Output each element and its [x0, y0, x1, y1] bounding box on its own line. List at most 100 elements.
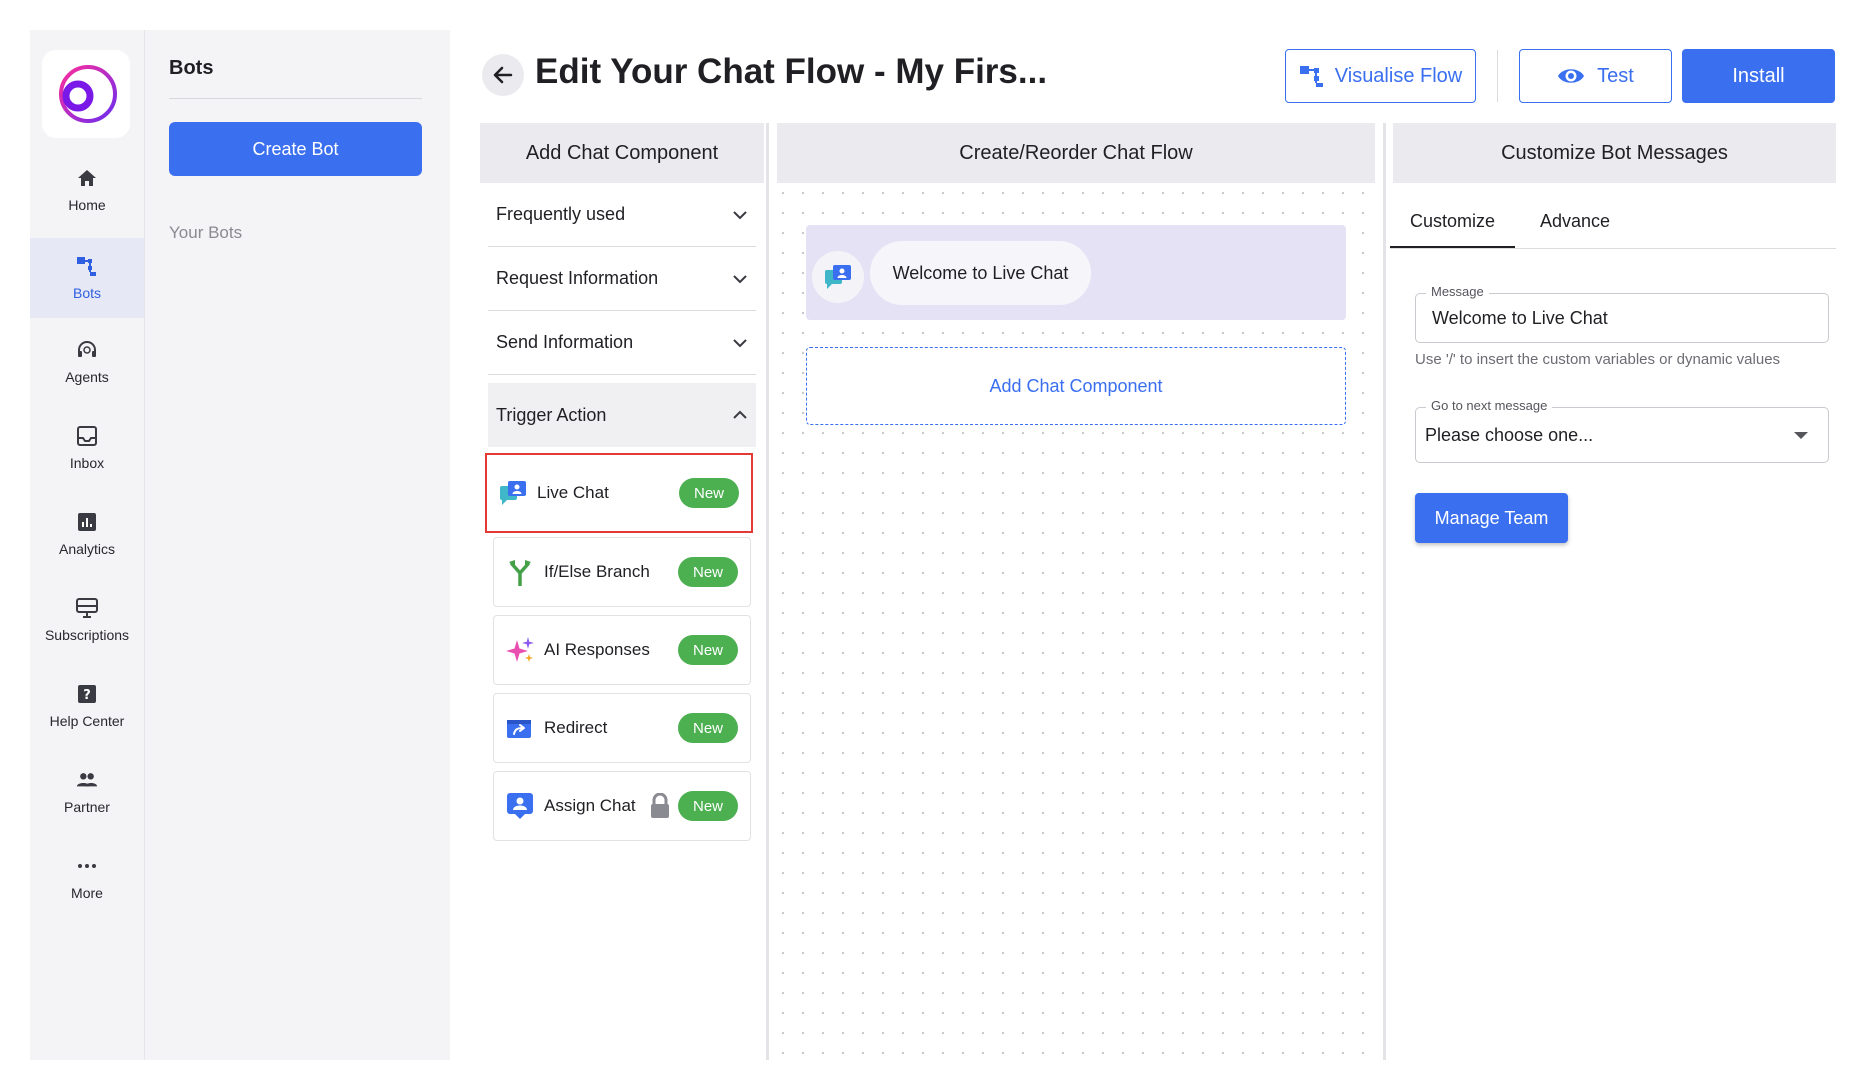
flow-node-avatar: [812, 251, 864, 303]
divider: [1497, 50, 1498, 102]
column-divider: [766, 123, 769, 1060]
new-badge: New: [678, 791, 738, 821]
bots-panel: Bots Create Bot Your Bots: [145, 30, 450, 1060]
nav-label: Partner: [64, 799, 110, 815]
create-bot-button[interactable]: Create Bot: [169, 122, 422, 176]
live-chat-icon: [825, 265, 851, 289]
test-label: Test: [1597, 64, 1634, 87]
component-label: AI Responses: [544, 640, 650, 659]
new-badge: New: [679, 478, 739, 508]
message-hint: Use '/' to insert the custom variables o…: [1415, 351, 1781, 368]
chat-flow-header: Create/Reorder Chat Flow: [777, 123, 1375, 183]
chevron-down-icon: [733, 274, 747, 283]
new-badge: New: [678, 635, 738, 665]
help-icon: ?: [76, 683, 98, 705]
customize-header: Customize Bot Messages: [1393, 123, 1836, 183]
nav-label: Home: [68, 197, 106, 213]
nav-rail: Home Bots Agents Inbox Analytics Subscri…: [30, 30, 145, 1060]
more-icon: [76, 855, 98, 877]
analytics-icon: [76, 511, 98, 533]
nav-help-center[interactable]: ? Help Center: [30, 668, 144, 744]
nav-more[interactable]: More: [30, 840, 144, 916]
branch-icon: [506, 558, 534, 586]
divider: [169, 98, 422, 99]
nav-label: More: [71, 885, 103, 901]
bots-icon: [76, 255, 98, 277]
inbox-icon: [76, 425, 98, 447]
svg-text:?: ?: [83, 688, 91, 703]
people-icon: [76, 769, 98, 791]
redirect-icon: [506, 714, 534, 742]
back-button[interactable]: [482, 54, 524, 96]
nav-bots[interactable]: Bots: [30, 238, 144, 318]
lock-icon: [650, 793, 670, 819]
tab-advance[interactable]: Advance: [1515, 193, 1635, 249]
next-message-select[interactable]: Go to next message Please choose one...: [1415, 398, 1829, 463]
accordion-send-information[interactable]: Send Information: [488, 311, 756, 375]
nav-subscriptions[interactable]: Subscriptions: [30, 582, 144, 658]
your-bots-label: Your Bots: [169, 223, 243, 242]
accordion-label: Trigger Action: [496, 404, 607, 425]
arrow-left-icon: [493, 66, 513, 84]
nav-label: Agents: [65, 369, 109, 385]
accordion-label: Send Information: [496, 332, 634, 352]
flow-node-message: Welcome to Live Chat: [870, 241, 1091, 305]
message-field-value: Welcome to Live Chat: [1432, 307, 1608, 328]
component-label: Assign Chat: [544, 796, 636, 815]
page-title: Edit Your Chat Flow - My Firs...: [535, 52, 1048, 91]
component-label: If/Else Branch: [544, 562, 650, 581]
visualise-flow-label: Visualise Flow: [1334, 64, 1463, 87]
component-live-chat[interactable]: Live Chat New: [485, 453, 753, 533]
column-divider: [1383, 123, 1386, 1060]
customize-panel: Customize Advance Message Welcome to Liv…: [1390, 183, 1836, 1060]
tab-customize[interactable]: Customize: [1390, 193, 1515, 249]
bots-panel-title: Bots: [169, 57, 214, 79]
tabs-divider: [1390, 248, 1836, 249]
component-label: Live Chat: [537, 483, 609, 502]
add-chat-component-button[interactable]: Add Chat Component: [806, 347, 1346, 425]
accordion-label: Request Information: [496, 268, 659, 288]
manage-team-button[interactable]: Manage Team: [1415, 493, 1568, 543]
nav-agents[interactable]: Agents: [30, 324, 144, 400]
live-chat-icon: [499, 479, 527, 507]
nav-label: Subscriptions: [44, 627, 130, 643]
nav-label: Analytics: [58, 541, 116, 557]
component-assign-chat[interactable]: Assign Chat New: [493, 771, 751, 841]
app-logo[interactable]: [42, 50, 130, 138]
test-button[interactable]: Test: [1519, 49, 1672, 103]
nav-label: Inbox: [69, 455, 105, 471]
flow-tree-icon: [1299, 66, 1323, 87]
chevron-down-icon: [733, 210, 747, 219]
new-badge: New: [678, 713, 738, 743]
accordion-trigger-action[interactable]: Trigger Action: [488, 383, 756, 447]
home-icon: [76, 167, 98, 189]
flow-node-live-chat[interactable]: Welcome to Live Chat: [806, 225, 1346, 320]
accordion-request-information[interactable]: Request Information: [488, 247, 756, 311]
new-badge: New: [678, 557, 738, 587]
nav-home[interactable]: Home: [30, 152, 144, 228]
subscriptions-icon: [76, 597, 98, 619]
add-component-header: Add Chat Component: [480, 123, 764, 183]
visualise-flow-button[interactable]: Visualise Flow: [1285, 49, 1476, 103]
sparkle-icon: [506, 636, 534, 664]
components-panel: Frequently used Request Information Send…: [480, 183, 764, 1060]
component-ai-responses[interactable]: AI Responses New: [493, 615, 751, 685]
nav-label: Help Center: [49, 713, 125, 729]
nav-analytics[interactable]: Analytics: [30, 496, 144, 572]
chevron-down-icon: [733, 338, 747, 347]
component-if-else-branch[interactable]: If/Else Branch New: [493, 537, 751, 607]
nav-partner[interactable]: Partner: [30, 754, 144, 830]
dropdown-arrow-icon: [1794, 432, 1808, 439]
nav-inbox[interactable]: Inbox: [30, 410, 144, 486]
message-field[interactable]: Message Welcome to Live Chat: [1415, 284, 1829, 343]
nav-label: Bots: [72, 285, 101, 301]
headset-icon: [76, 339, 98, 361]
logo-ring-icon: [59, 65, 117, 123]
flow-canvas[interactable]: Welcome to Live Chat Add Chat Component: [773, 183, 1373, 1060]
assign-chat-icon: [506, 792, 534, 820]
component-redirect[interactable]: Redirect New: [493, 693, 751, 763]
chevron-up-icon: [733, 410, 747, 419]
accordion-frequently-used[interactable]: Frequently used: [488, 183, 756, 247]
component-label: Redirect: [544, 718, 608, 737]
install-button[interactable]: Install: [1682, 49, 1835, 103]
